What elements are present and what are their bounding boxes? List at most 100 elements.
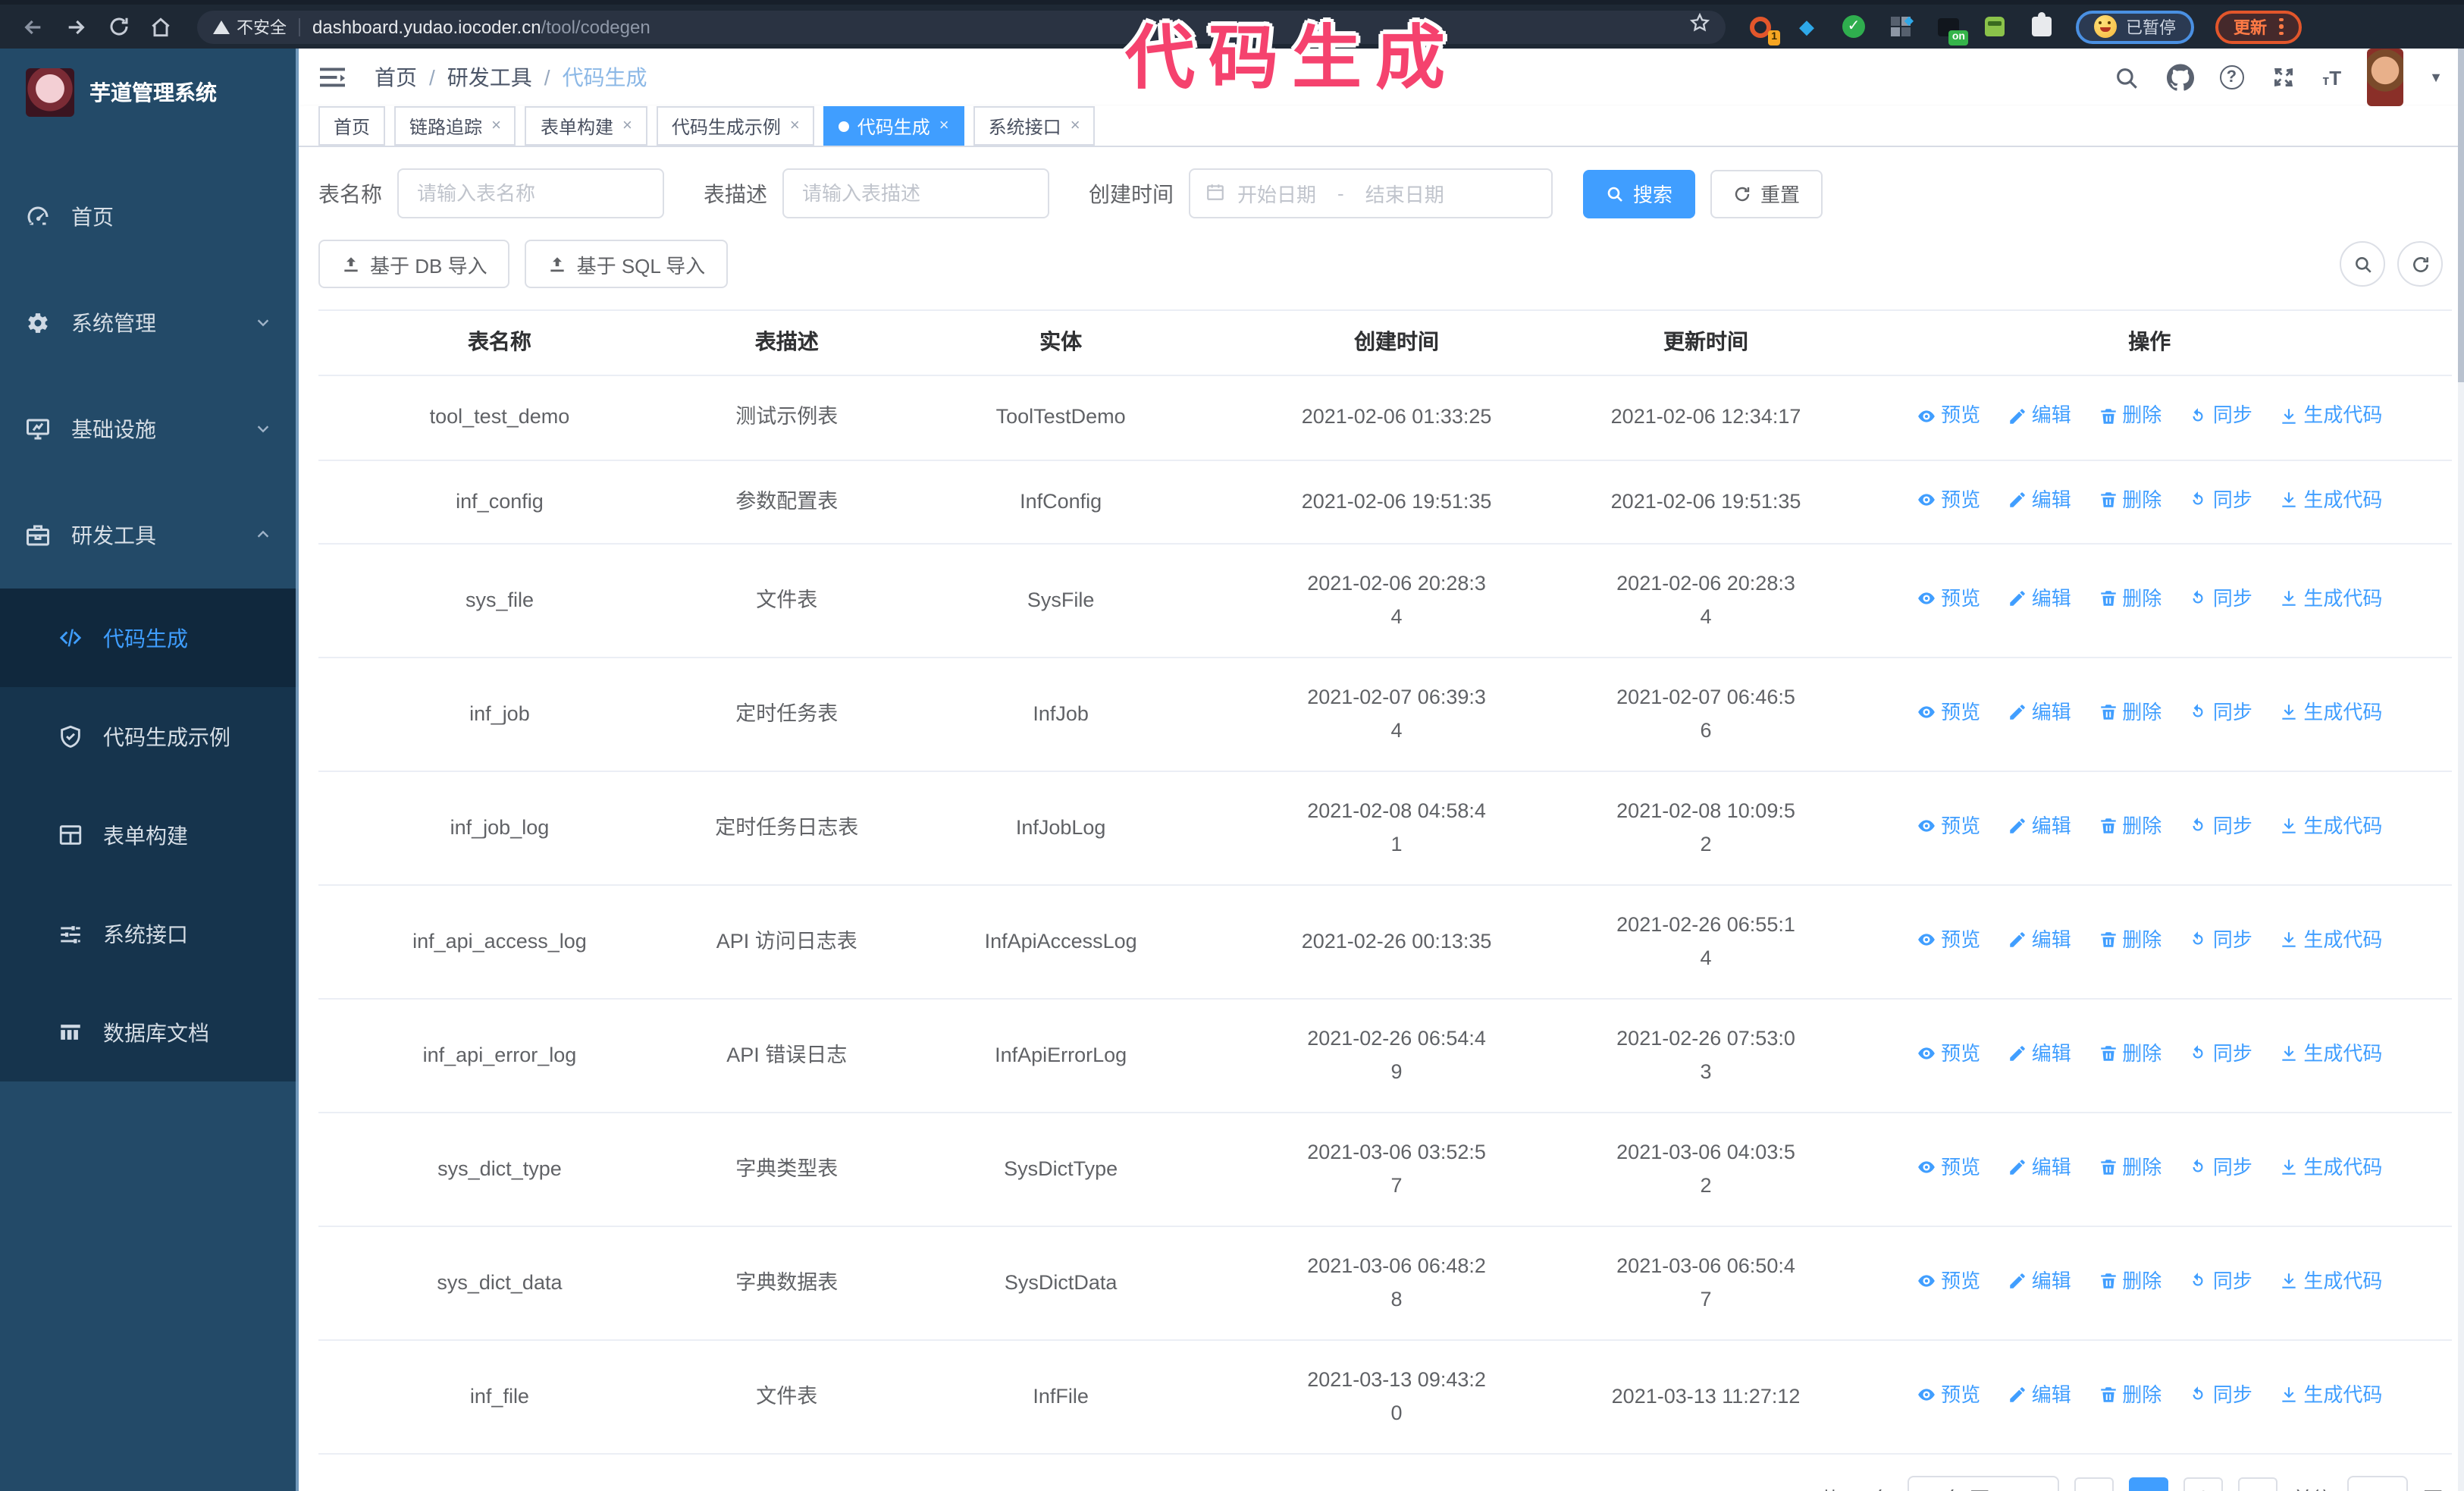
prev-page-button[interactable]: ‹ [2074, 1477, 2114, 1491]
home-icon[interactable] [140, 8, 182, 45]
avatar-caret-icon[interactable]: ▼ [2429, 70, 2443, 85]
table-row[interactable]: inf_job_log 定时任务日志表 InfJobLog 2021-02-08… [318, 771, 2452, 886]
row-action-link[interactable]: 删除 [2098, 696, 2161, 730]
table-row[interactable]: sys_file 文件表 SysFile 2021-02-06 20:28:3 4… [318, 544, 2452, 658]
row-action-link[interactable]: 生成代码 [2279, 1265, 2382, 1298]
row-action-link[interactable]: 预览 [1917, 399, 1980, 432]
row-action-link[interactable]: 编辑 [2008, 810, 2071, 843]
close-tab-icon[interactable]: × [491, 117, 501, 135]
table-row[interactable]: inf_api_error_log API 错误日志 InfApiErrorLo… [318, 999, 2452, 1113]
row-action-link[interactable]: 编辑 [2008, 1037, 2071, 1071]
row-action-link[interactable]: 生成代码 [2279, 1379, 2382, 1412]
row-action-link[interactable]: 生成代码 [2279, 582, 2382, 616]
row-action-link[interactable]: 删除 [2098, 1379, 2161, 1412]
row-action-link[interactable]: 删除 [2098, 582, 2161, 616]
table-row[interactable]: inf_config 参数配置表 InfConfig 2021-02-06 19… [318, 460, 2452, 545]
breadcrumb-devtools[interactable]: 研发工具 [447, 62, 532, 93]
date-range-picker[interactable]: 开始日期 - 结束日期 [1189, 168, 1553, 218]
refresh-table-button[interactable] [2397, 241, 2443, 287]
page-number-button[interactable]: 2 [2183, 1477, 2223, 1491]
extensions-puzzle-icon[interactable] [2029, 12, 2055, 39]
table-row[interactable]: inf_api_access_log API 访问日志表 InfApiAcces… [318, 885, 2452, 1000]
browser-menu-icon[interactable] [2279, 17, 2283, 36]
row-action-link[interactable]: 预览 [1917, 1151, 1980, 1185]
table-row[interactable]: inf_file 文件表 InfFile 2021-03-13 09:43:2 0… [318, 1340, 2452, 1455]
user-avatar[interactable] [2367, 49, 2404, 106]
row-action-link[interactable]: 同步 [2189, 1379, 2252, 1412]
row-action-link[interactable]: 删除 [2098, 1037, 2161, 1071]
reload-icon[interactable] [97, 8, 140, 45]
row-action-link[interactable]: 编辑 [2008, 924, 2071, 957]
view-tab[interactable]: 首页 [318, 106, 386, 146]
row-action-link[interactable]: 生成代码 [2279, 399, 2382, 432]
toggle-search-button[interactable] [2340, 241, 2385, 287]
security-warning[interactable]: 不安全 [212, 14, 287, 39]
forward-icon[interactable] [55, 8, 97, 45]
close-tab-icon[interactable]: × [790, 117, 800, 135]
font-size-icon[interactable]: тT [2322, 66, 2341, 89]
row-action-link[interactable]: 同步 [2189, 924, 2252, 957]
row-action-link[interactable]: 生成代码 [2279, 1037, 2382, 1071]
row-action-link[interactable]: 编辑 [2008, 483, 2071, 516]
row-action-link[interactable]: 同步 [2189, 399, 2252, 432]
row-action-link[interactable]: 同步 [2189, 483, 2252, 516]
close-tab-icon[interactable]: × [1071, 117, 1080, 135]
extension-grid-icon[interactable]: ◆ [1888, 14, 1914, 39]
search-button[interactable]: 搜索 [1583, 169, 1696, 218]
help-icon[interactable]: ? [2219, 65, 2244, 89]
row-action-link[interactable]: 同步 [2189, 1037, 2252, 1071]
extension-gem-icon[interactable]: ◆ [1794, 14, 1820, 39]
table-desc-input[interactable] [782, 168, 1049, 218]
row-action-link[interactable]: 编辑 [2008, 399, 2071, 432]
close-tab-icon[interactable]: × [622, 117, 632, 135]
table-row[interactable]: inf_job 定时任务表 InfJob 2021-02-07 06:39:3 4… [318, 658, 2452, 772]
row-action-link[interactable]: 编辑 [2008, 1151, 2071, 1185]
github-icon[interactable] [2166, 64, 2194, 91]
sidebar-item-codegen-example[interactable]: 代码生成示例 [0, 687, 299, 786]
sidebar-item-infrastructure[interactable]: 基础设施 [0, 376, 299, 482]
sidebar-item-form-builder[interactable]: 表单构建 [0, 786, 299, 884]
row-action-link[interactable]: 生成代码 [2279, 696, 2382, 730]
row-action-link[interactable]: 预览 [1917, 1379, 1980, 1412]
extension-check-icon[interactable]: ✓ [1841, 14, 1867, 39]
page-number-button[interactable]: 1 [2128, 1477, 2168, 1491]
row-action-link[interactable]: 编辑 [2008, 1379, 2071, 1412]
db-import-button[interactable]: 基于 DB 导入 [318, 240, 510, 288]
row-action-link[interactable]: 删除 [2098, 399, 2161, 432]
update-button[interactable]: 更新 [2215, 10, 2301, 43]
row-action-link[interactable]: 编辑 [2008, 696, 2071, 730]
table-name-input[interactable] [397, 168, 664, 218]
row-action-link[interactable]: 预览 [1917, 483, 1980, 516]
row-action-link[interactable]: 生成代码 [2279, 483, 2382, 516]
row-action-link[interactable]: 删除 [2098, 1151, 2161, 1185]
reset-button[interactable]: 重置 [1710, 169, 1823, 218]
sidebar-item-codegen[interactable]: 代码生成 [0, 589, 299, 687]
profile-paused-badge[interactable]: 已暂停 [2076, 10, 2194, 43]
goto-page-input[interactable] [2346, 1476, 2408, 1491]
app-logo[interactable]: 芋道管理系统 [0, 49, 299, 137]
row-action-link[interactable]: 删除 [2098, 924, 2161, 957]
sidebar-item-db-docs[interactable]: 数据库文档 [0, 983, 299, 1081]
sql-import-button[interactable]: 基于 SQL 导入 [525, 240, 729, 288]
next-page-button[interactable]: › [2237, 1477, 2277, 1491]
extension-robot-icon[interactable] [1982, 14, 2008, 39]
row-action-link[interactable]: 预览 [1917, 1265, 1980, 1298]
row-action-link[interactable]: 预览 [1917, 696, 1980, 730]
row-action-link[interactable]: 预览 [1917, 924, 1980, 957]
table-row[interactable]: sys_dict_type 字典类型表 SysDictType 2021-03-… [318, 1113, 2452, 1227]
page-size-select[interactable]: 10条/页 ▾ [1907, 1476, 2059, 1491]
breadcrumb-home[interactable]: 首页 [375, 62, 417, 93]
row-action-link[interactable]: 同步 [2189, 696, 2252, 730]
view-tab[interactable]: 系统接口 × [973, 106, 1096, 146]
row-action-link[interactable]: 同步 [2189, 582, 2252, 616]
row-action-link[interactable]: 预览 [1917, 810, 1980, 843]
row-action-link[interactable]: 生成代码 [2279, 810, 2382, 843]
row-action-link[interactable]: 生成代码 [2279, 924, 2382, 957]
row-action-link[interactable]: 生成代码 [2279, 1151, 2382, 1185]
row-action-link[interactable]: 同步 [2189, 1151, 2252, 1185]
extension-switch-icon[interactable]: on [1935, 14, 1968, 46]
sidebar-item-system-api[interactable]: 系统接口 [0, 884, 299, 983]
search-icon[interactable] [2113, 64, 2140, 91]
sidebar-item-system[interactable]: 系统管理 [0, 270, 299, 376]
close-tab-icon[interactable]: × [939, 117, 949, 135]
